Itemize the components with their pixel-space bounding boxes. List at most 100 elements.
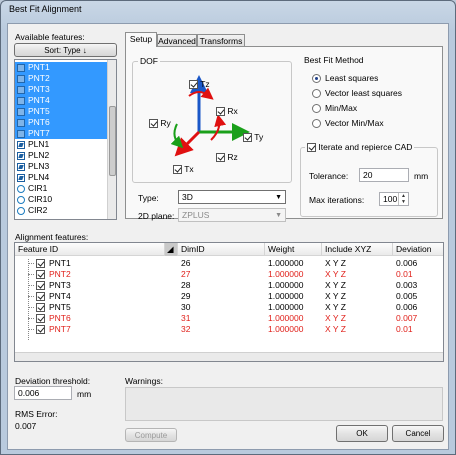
row-checkbox[interactable] bbox=[36, 314, 45, 323]
available-features-list[interactable]: PNT1 PNT2 PNT3 PNT4 PNT5 PNT6 PNT7 PLN1 PLN2 PLN3… bbox=[14, 59, 117, 220]
feature-item[interactable]: PNT6 bbox=[15, 117, 107, 128]
method-option[interactable]: Least squares bbox=[312, 73, 402, 88]
ty-option[interactable]: Ty bbox=[243, 132, 263, 143]
cell-id: PNT4 bbox=[49, 291, 71, 301]
type-select-value: 3D bbox=[182, 192, 193, 202]
feature-item[interactable]: PNT5 bbox=[15, 106, 107, 117]
table-row[interactable]: PNT2 27 1.000000 X Y Z 0.01 bbox=[15, 269, 443, 280]
feature-item-label: CIR10 bbox=[28, 194, 53, 204]
row-checkbox[interactable] bbox=[36, 259, 45, 268]
iterate-checkbox[interactable] bbox=[307, 143, 316, 153]
cancel-button[interactable]: Cancel bbox=[392, 425, 444, 442]
feature-item[interactable]: PNT4 bbox=[15, 95, 107, 106]
tolerance-input[interactable]: 20 bbox=[359, 168, 409, 182]
iterate-option[interactable]: Iterate and repierce CAD bbox=[305, 142, 415, 153]
max-iterations-label: Max iterations: bbox=[309, 195, 365, 205]
cell-dev: 0.01 bbox=[396, 324, 413, 334]
method-option[interactable]: Vector least squares bbox=[312, 88, 402, 103]
feature-item[interactable]: CIR10 bbox=[15, 194, 107, 205]
method-option[interactable]: Vector Min/Max bbox=[312, 118, 402, 133]
plane-select[interactable]: ZPLUS ▼ bbox=[178, 208, 286, 222]
ry-option[interactable]: Ry bbox=[149, 118, 171, 129]
tolerance-label: Tolerance: bbox=[309, 171, 349, 181]
feature-item[interactable]: PNT7 bbox=[15, 128, 107, 139]
sort-column-icon[interactable]: ◢ bbox=[165, 243, 178, 256]
method-radio[interactable] bbox=[312, 89, 321, 99]
tz-checkbox[interactable] bbox=[189, 80, 198, 90]
compute-button[interactable]: Compute bbox=[125, 428, 177, 442]
col-include-xyz[interactable]: Include XYZ bbox=[322, 243, 393, 256]
col-deviation[interactable]: Deviation bbox=[393, 243, 443, 256]
tx-option[interactable]: Tx bbox=[173, 164, 194, 175]
feature-item[interactable]: PNT2 bbox=[15, 73, 107, 84]
point-icon bbox=[17, 118, 25, 127]
rx-checkbox[interactable] bbox=[216, 107, 225, 117]
row-checkbox[interactable] bbox=[36, 292, 45, 301]
method-radio[interactable] bbox=[312, 119, 321, 129]
cell-xyz: X Y Z bbox=[325, 280, 346, 290]
tree-branch bbox=[28, 307, 34, 308]
table-row[interactable]: PNT5 30 1.000000 X Y Z 0.006 bbox=[15, 302, 443, 313]
max-iterations-input[interactable]: 100 ▲ ▼ bbox=[379, 192, 409, 206]
warnings-label: Warnings: bbox=[125, 376, 163, 386]
tree-branch bbox=[28, 285, 34, 286]
point-icon bbox=[17, 63, 25, 72]
cell-id: PNT7 bbox=[49, 324, 71, 334]
method-option[interactable]: Min/Max bbox=[312, 103, 402, 118]
best-fit-method-title: Best Fit Method bbox=[302, 55, 366, 65]
table-row[interactable]: PNT7 32 1.000000 X Y Z 0.01 bbox=[15, 324, 443, 335]
plane-icon bbox=[17, 151, 25, 160]
tab-setup[interactable]: Setup bbox=[125, 32, 157, 47]
ry-checkbox[interactable] bbox=[149, 119, 158, 129]
tree-branch bbox=[28, 263, 34, 264]
feature-item[interactable]: PNT3 bbox=[15, 84, 107, 95]
tz-option[interactable]: Tz bbox=[189, 79, 210, 90]
table-row[interactable]: PNT4 29 1.000000 X Y Z 0.005 bbox=[15, 291, 443, 302]
method-radio[interactable] bbox=[312, 104, 321, 114]
grid-horizontal-scrollbar[interactable] bbox=[15, 352, 443, 361]
tree-branch bbox=[28, 274, 34, 275]
feature-item[interactable]: PLN4 bbox=[15, 172, 107, 183]
cell-dim: 26 bbox=[181, 258, 191, 268]
feature-item-label: PNT4 bbox=[28, 95, 50, 105]
feature-item[interactable]: CIR2 bbox=[15, 205, 107, 216]
rz-option[interactable]: Rz bbox=[216, 152, 238, 163]
row-checkbox[interactable] bbox=[36, 325, 45, 334]
col-feature-id[interactable]: Feature ID bbox=[15, 243, 165, 256]
col-dim-id[interactable]: DimID bbox=[178, 243, 265, 256]
deviation-threshold-input[interactable]: 0.006 bbox=[14, 386, 72, 400]
feature-item-label: CIR2 bbox=[28, 205, 48, 215]
rz-checkbox[interactable] bbox=[216, 153, 225, 163]
table-row[interactable]: PNT6 31 1.000000 X Y Z 0.007 bbox=[15, 313, 443, 324]
available-list-scrollbar[interactable] bbox=[107, 60, 116, 219]
cell-weight: 1.000000 bbox=[268, 324, 304, 334]
alignment-features-grid[interactable]: Feature ID ◢ DimID Weight Include XYZ De… bbox=[14, 242, 444, 362]
tx-checkbox[interactable] bbox=[173, 165, 182, 175]
sort-type-button[interactable]: Sort: Type ↓ bbox=[14, 43, 117, 57]
rx-option[interactable]: Rx bbox=[216, 106, 238, 117]
ok-button[interactable]: OK bbox=[336, 425, 388, 442]
feature-item[interactable]: PLN3 bbox=[15, 161, 107, 172]
scrollbar-thumb[interactable] bbox=[109, 106, 116, 176]
table-row[interactable]: PNT1 26 1.000000 X Y Z 0.006 bbox=[15, 258, 443, 269]
row-checkbox[interactable] bbox=[36, 270, 45, 279]
feature-item[interactable]: PLN2 bbox=[15, 150, 107, 161]
row-checkbox[interactable] bbox=[36, 281, 45, 290]
method-radio[interactable] bbox=[312, 74, 321, 84]
row-checkbox[interactable] bbox=[36, 303, 45, 312]
circle-icon bbox=[17, 184, 25, 193]
table-row[interactable]: PNT3 28 1.000000 X Y Z 0.003 bbox=[15, 280, 443, 291]
col-weight[interactable]: Weight bbox=[265, 243, 322, 256]
feature-item[interactable]: PLN1 bbox=[15, 139, 107, 150]
feature-item[interactable]: CIR1 bbox=[15, 183, 107, 194]
feature-item-label: PLN2 bbox=[28, 150, 50, 160]
spin-arrows-icon[interactable]: ▲ ▼ bbox=[398, 193, 408, 205]
feature-item-label: PLN1 bbox=[28, 139, 50, 149]
ty-checkbox[interactable] bbox=[243, 133, 252, 143]
type-select[interactable]: 3D ▼ bbox=[178, 190, 286, 204]
chevron-down-icon: ▼ bbox=[275, 194, 282, 201]
point-icon bbox=[17, 107, 25, 116]
rms-error-value: 0.007 bbox=[15, 421, 37, 431]
feature-item[interactable]: PNT1 bbox=[15, 62, 107, 73]
circle-icon bbox=[17, 195, 25, 204]
